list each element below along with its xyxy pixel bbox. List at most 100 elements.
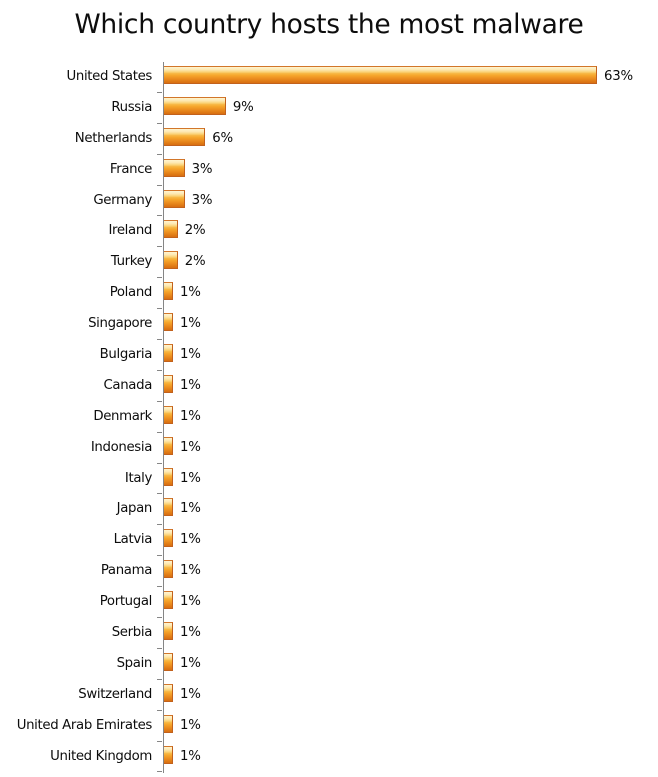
bar-row: France 3% [0, 155, 658, 186]
category-label: Bulgaria [99, 347, 153, 363]
bar-track: 1% [164, 309, 658, 340]
bar-row: United Arab Emirates 1% [0, 711, 658, 742]
bar-row: United Kingdom 1% [0, 742, 658, 773]
bar-track: 3% [164, 186, 658, 217]
bar-row: Ireland 2% [0, 216, 658, 248]
bar-track: 1% [164, 711, 658, 742]
bar[interactable] [164, 714, 175, 736]
value-label: 1% [180, 470, 201, 486]
bar-row: Latvia 1% [0, 525, 658, 557]
category-label: Portugal [99, 594, 153, 610]
value-label: 3% [191, 161, 213, 177]
bar[interactable] [164, 344, 175, 366]
bar-track: 1% [164, 742, 658, 773]
category-label: United Arab Emirates [16, 717, 153, 733]
bar-row: Indonesia 1% [0, 433, 658, 464]
category-label: Indonesia [90, 439, 153, 455]
bar-row: Poland 1% [0, 278, 658, 310]
value-label: 6% [212, 130, 233, 146]
value-label: 1% [180, 686, 201, 702]
bar[interactable] [164, 591, 175, 613]
bar-track: 1% [164, 556, 658, 587]
bar[interactable] [164, 66, 599, 87]
bar-track: 1% [164, 340, 658, 371]
bar[interactable] [164, 220, 180, 242]
chart-title: Which country hosts the most malware [74, 9, 584, 40]
bar[interactable] [164, 313, 175, 335]
bar[interactable] [164, 745, 175, 767]
bar[interactable] [164, 683, 175, 705]
value-label: 1% [180, 563, 201, 579]
value-label: 1% [180, 347, 201, 363]
bar[interactable] [164, 529, 175, 551]
category-label: Russia [111, 99, 152, 115]
bar[interactable] [164, 652, 175, 674]
bar[interactable] [164, 405, 175, 427]
category-label: France [109, 161, 152, 177]
bar-track: 1% [164, 618, 658, 649]
value-label: 9% [232, 99, 254, 115]
category-label: Panama [100, 563, 153, 579]
bar[interactable] [164, 436, 175, 458]
bar-row: Turkey 2% [0, 247, 658, 279]
bar-row: Canada 1% [0, 371, 658, 402]
bar-row: Serbia 1% [0, 618, 658, 649]
bar-track: 1% [164, 433, 658, 464]
bar-track: 1% [164, 402, 658, 433]
value-label: 1% [180, 655, 201, 671]
bar-track: 1% [164, 587, 658, 618]
bar-track: 1% [164, 525, 658, 556]
category-label: Poland [109, 285, 153, 301]
value-label: 2% [184, 254, 206, 270]
bar[interactable] [164, 467, 175, 489]
value-label: 1% [180, 439, 201, 455]
bar[interactable] [164, 374, 175, 396]
category-label: United States [66, 69, 153, 84]
category-label: Japan [116, 501, 153, 517]
bar-row: Italy 1% [0, 464, 658, 495]
bar[interactable] [164, 622, 175, 644]
bar[interactable] [164, 158, 187, 180]
value-label: 1% [180, 717, 201, 733]
category-label: Turkey [110, 254, 153, 270]
bar-row: Netherlands 6% [0, 124, 658, 155]
bar-track: 1% [164, 278, 658, 309]
bar-track: 1% [164, 680, 658, 711]
bar-track: 6% [164, 124, 658, 155]
bar-track: 3% [164, 155, 658, 186]
value-label: 1% [180, 748, 201, 764]
bar[interactable] [164, 498, 175, 520]
bar[interactable] [164, 251, 180, 273]
bar-chart: Which country hosts the most malware Uni… [0, 0, 658, 777]
category-label: Netherlands [74, 130, 153, 146]
category-label: Denmark [93, 408, 152, 424]
bar-track: 1% [164, 464, 658, 495]
bar-track: 1% [164, 494, 658, 525]
category-label: Italy [124, 470, 152, 486]
bar-track: 2% [164, 216, 658, 247]
bar-row: Spain 1% [0, 649, 658, 680]
bar-track: 2% [164, 247, 658, 278]
bar-track: 1% [164, 649, 658, 680]
value-label: 63% [604, 69, 633, 84]
bar-row: Portugal 1% [0, 587, 658, 619]
bar-row: Switzerland 1% [0, 680, 658, 711]
value-label: 2% [184, 223, 206, 239]
bar-row: Denmark 1% [0, 402, 658, 433]
axis-tick [157, 771, 162, 773]
category-label: Canada [103, 377, 153, 393]
value-label: 1% [180, 594, 201, 610]
category-label: Serbia [111, 625, 153, 641]
bar[interactable] [164, 96, 228, 118]
value-label: 1% [180, 532, 201, 548]
bar[interactable] [164, 189, 187, 211]
bar[interactable] [164, 127, 208, 149]
value-label: 1% [180, 377, 201, 393]
bar-track: 9% [164, 93, 658, 124]
category-label: Switzerland [78, 686, 152, 702]
category-label: United Kingdom [50, 748, 152, 764]
bar[interactable] [164, 282, 175, 304]
bar-row: Germany 3% [0, 186, 658, 217]
bar[interactable] [164, 560, 175, 582]
bar-row: Panama 1% [0, 556, 658, 588]
